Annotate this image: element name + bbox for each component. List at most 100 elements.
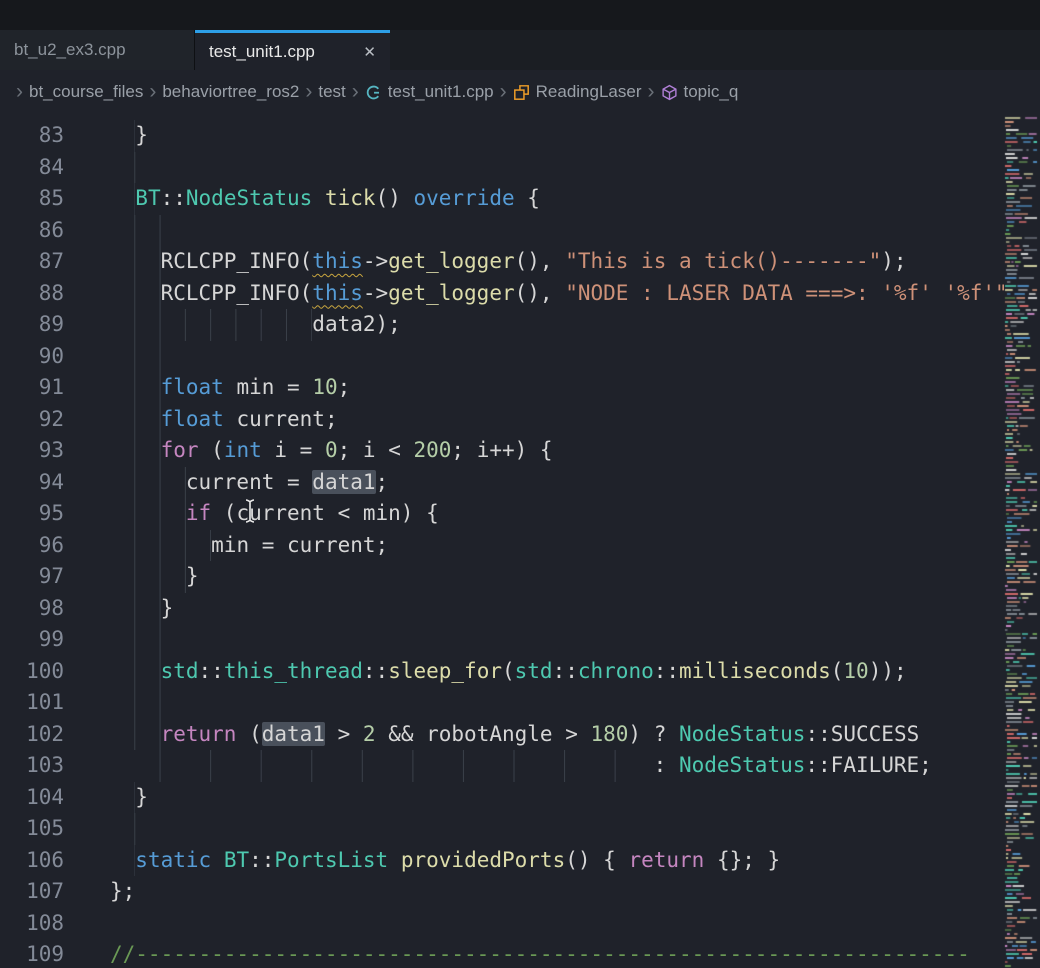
code-text: RCLCPP_INFO(this->get_logger(), "NODE : … xyxy=(110,278,1004,310)
code-token: ; xyxy=(338,375,351,399)
breadcrumb-item[interactable]: test xyxy=(318,82,345,102)
code-line[interactable]: 100 std::this_thread::sleep_for(std::chr… xyxy=(0,656,1004,688)
code-token: -> xyxy=(363,281,388,305)
code-token: (), xyxy=(515,281,566,305)
breadcrumb-separator-icon: › xyxy=(16,81,23,102)
code-line[interactable]: 102 return (data1 > 2 && robotAngle > 18… xyxy=(0,719,1004,751)
title-bar xyxy=(0,0,1040,30)
code-line[interactable]: 92 float current; xyxy=(0,404,1004,436)
code-line[interactable]: 106 static BT::PortsList providedPorts()… xyxy=(0,845,1004,877)
code-line[interactable]: 103 : NodeStatus::FAILURE; xyxy=(0,750,1004,782)
line-number: 101 xyxy=(0,687,64,719)
code-text: for (int i = 0; i < 200; i++) { xyxy=(110,435,553,467)
code-line[interactable]: 93 for (int i = 0; i < 200; i++) { xyxy=(0,435,1004,467)
code-line[interactable]: 107}; xyxy=(0,876,1004,908)
code-line[interactable]: 85 BT::NodeStatus tick() override { xyxy=(0,183,1004,215)
code-token xyxy=(110,656,161,688)
code-token xyxy=(110,120,135,152)
line-number: 91 xyxy=(0,372,64,404)
code-token: }; xyxy=(110,879,135,903)
code-line[interactable]: 101 xyxy=(0,687,1004,719)
minimap[interactable] xyxy=(1004,114,1040,968)
code-token: tick xyxy=(325,186,376,210)
code-token xyxy=(312,186,325,210)
code-token xyxy=(110,152,148,184)
code-token: () xyxy=(376,186,414,210)
code-token: && robotAngle > xyxy=(376,722,591,746)
code-token: :: xyxy=(553,659,578,683)
tab-test-unit1[interactable]: test_unit1.cpp ✕ xyxy=(195,30,390,70)
breadcrumb-item[interactable]: topic_q xyxy=(661,82,739,102)
line-number: 108 xyxy=(0,908,64,940)
code-token: data2); xyxy=(312,312,401,336)
code-token: if xyxy=(186,501,211,525)
code-text: //--------------------------------------… xyxy=(110,939,970,968)
breadcrumb-label: ReadingLaser xyxy=(536,82,642,102)
line-number: 105 xyxy=(0,813,64,845)
breadcrumb-item[interactable]: behaviortree_ros2 xyxy=(162,82,299,102)
code-token: return xyxy=(628,848,704,872)
code-line[interactable]: 96 min = current; xyxy=(0,530,1004,562)
code-token: ::SUCCESS xyxy=(805,722,919,746)
code-line[interactable]: 108 xyxy=(0,908,1004,940)
code-line[interactable]: 99 xyxy=(0,624,1004,656)
code-line[interactable]: 90 xyxy=(0,341,1004,373)
code-text: current = data1; xyxy=(110,467,388,499)
code-token: min = xyxy=(224,375,313,399)
code-line[interactable]: 97 } xyxy=(0,561,1004,593)
code-token: providedPorts xyxy=(401,848,565,872)
tab-label: bt_u2_ex3.cpp xyxy=(14,40,126,60)
code-token: } xyxy=(161,596,174,620)
breadcrumb: ›bt_course_files›behaviortree_ros2›test›… xyxy=(0,70,1040,114)
line-number: 95 xyxy=(0,498,64,530)
code-token xyxy=(110,561,186,593)
code-token: { xyxy=(515,186,540,210)
code-text: }; xyxy=(110,876,135,908)
breadcrumb-item[interactable]: test_unit1.cpp xyxy=(365,82,494,102)
breadcrumb-label: test_unit1.cpp xyxy=(388,82,494,102)
code-token: 200 xyxy=(413,438,451,462)
code-token: ( xyxy=(831,659,844,683)
code-line[interactable]: 83 } xyxy=(0,120,1004,152)
code-token: () { xyxy=(565,848,628,872)
code-line[interactable]: 95 if (current < min) { xyxy=(0,498,1004,530)
breadcrumb-label: behaviortree_ros2 xyxy=(162,82,299,102)
code-text xyxy=(110,215,161,247)
code-token: :: xyxy=(161,186,186,210)
code-token: get_logger xyxy=(388,281,514,305)
code-line[interactable]: 109//-----------------------------------… xyxy=(0,939,1004,968)
breadcrumb-item[interactable]: bt_course_files xyxy=(29,82,143,102)
code-token: ( xyxy=(236,722,261,746)
code-token: float xyxy=(161,407,224,431)
code-line[interactable]: 94 current = data1; xyxy=(0,467,1004,499)
code-line[interactable]: 86 xyxy=(0,215,1004,247)
code-token: "This is a tick()-------" xyxy=(565,249,881,273)
breadcrumb-label: test xyxy=(318,82,345,102)
code-token: -> xyxy=(363,249,388,273)
code-token: RCLCPP_INFO( xyxy=(161,281,313,305)
code-line[interactable]: 88 RCLCPP_INFO(this->get_logger(), "NODE… xyxy=(0,278,1004,310)
code-text: data2); xyxy=(110,309,401,341)
code-line[interactable]: 89 data2); xyxy=(0,309,1004,341)
line-number: 100 xyxy=(0,656,64,688)
line-number: 104 xyxy=(0,782,64,814)
code-token xyxy=(110,750,654,782)
tab-bt-u2-ex3[interactable]: bt_u2_ex3.cpp xyxy=(0,30,195,70)
code-line[interactable]: 105 xyxy=(0,813,1004,845)
code-token: ; i++) { xyxy=(451,438,552,462)
line-number: 98 xyxy=(0,593,64,625)
code-line[interactable]: 91 float min = 10; xyxy=(0,372,1004,404)
line-number: 93 xyxy=(0,435,64,467)
code-line[interactable]: 87 RCLCPP_INFO(this->get_logger(), "This… xyxy=(0,246,1004,278)
close-icon[interactable]: ✕ xyxy=(363,43,376,61)
code-token xyxy=(110,278,161,310)
code-line[interactable]: 84 xyxy=(0,152,1004,184)
line-number: 92 xyxy=(0,404,64,436)
breadcrumb-item[interactable]: ReadingLaser xyxy=(513,82,642,102)
breadcrumb-label: topic_q xyxy=(684,82,739,102)
code-line[interactable]: 104 } xyxy=(0,782,1004,814)
code-line[interactable]: 98 } xyxy=(0,593,1004,625)
code-token: > xyxy=(325,722,363,746)
code-text xyxy=(110,624,161,656)
highlighted-word: data1 xyxy=(312,470,375,494)
